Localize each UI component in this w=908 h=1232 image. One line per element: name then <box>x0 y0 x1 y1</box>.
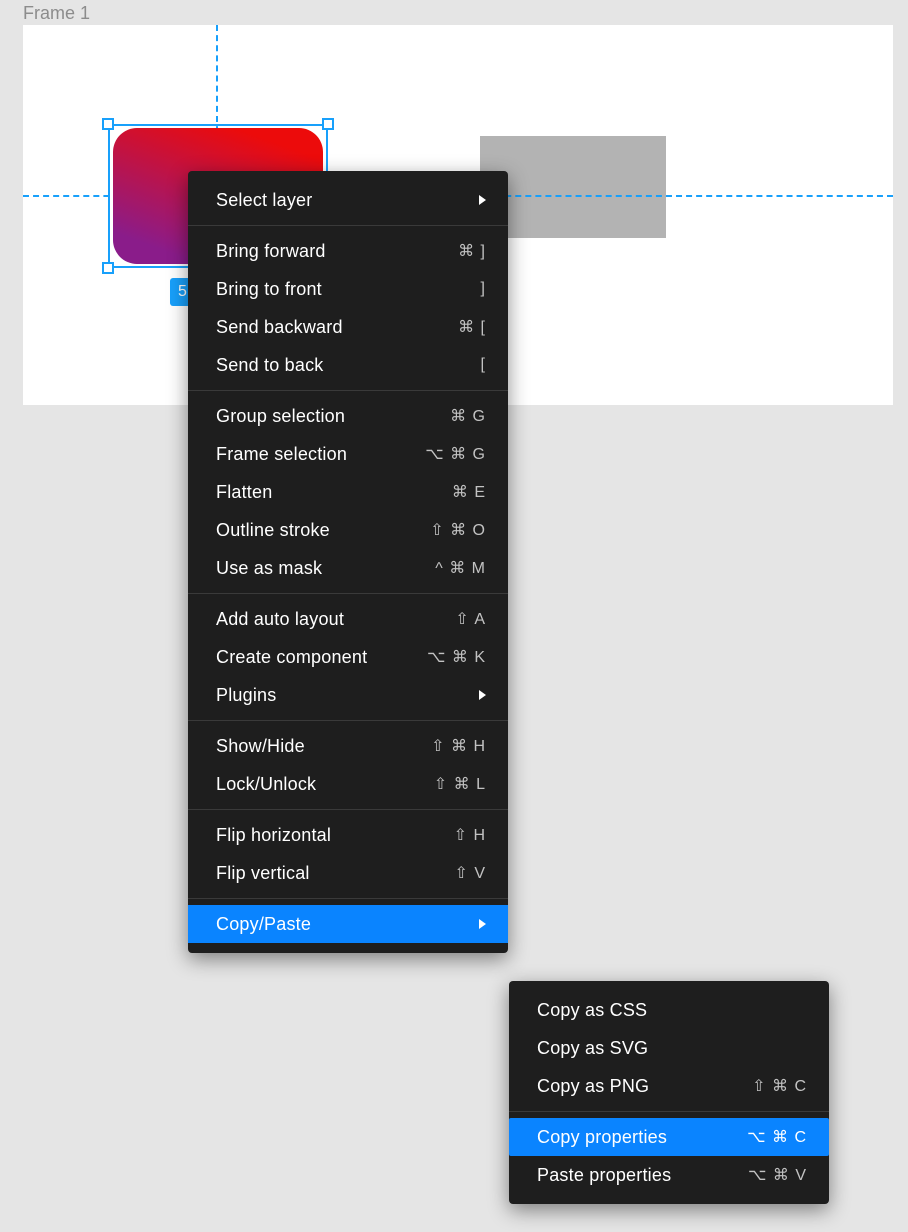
menu-item-label: Use as mask <box>216 558 322 579</box>
menu-item-shortcut: [ <box>481 356 486 374</box>
submenu-arrow-icon <box>479 195 486 205</box>
resize-handle-top-left[interactable] <box>102 118 114 130</box>
resize-handle-bottom-left[interactable] <box>102 262 114 274</box>
menu-item-shortcut: ⌥ ⌘ G <box>425 444 486 464</box>
resize-handle-top-right[interactable] <box>322 118 334 130</box>
menu-item-label: Send to back <box>216 355 323 376</box>
menu-item-copy-as-png[interactable]: Copy as PNG ⇧ ⌘ C <box>509 1067 829 1105</box>
menu-item-shortcut: ⌘ E <box>452 482 486 502</box>
menu-item-shortcut: ⌘ [ <box>458 317 486 337</box>
menu-item-shortcut: ⇧ ⌘ C <box>752 1076 807 1096</box>
context-menu[interactable]: Select layer Bring forward ⌘ ] Bring to … <box>188 171 508 953</box>
menu-item-label: Flip horizontal <box>216 825 331 846</box>
menu-item-shortcut: ⌥ ⌘ K <box>427 647 486 667</box>
menu-item-label: Frame selection <box>216 444 347 465</box>
menu-item-label: Paste properties <box>537 1165 671 1186</box>
menu-item-copy-properties[interactable]: Copy properties ⌥ ⌘ C <box>509 1118 829 1156</box>
menu-item-shortcut: ⇧ ⌘ O <box>430 520 486 540</box>
menu-separator <box>188 898 508 899</box>
menu-item-label: Copy as SVG <box>537 1038 648 1059</box>
menu-separator <box>188 809 508 810</box>
menu-separator <box>188 593 508 594</box>
menu-item-use-as-mask[interactable]: Use as mask ^ ⌘ M <box>188 549 508 587</box>
submenu-arrow-icon <box>479 919 486 929</box>
menu-item-plugins[interactable]: Plugins <box>188 676 508 714</box>
menu-item-outline-stroke[interactable]: Outline stroke ⇧ ⌘ O <box>188 511 508 549</box>
menu-item-shortcut: ⇧ ⌘ H <box>431 736 486 756</box>
menu-item-bring-forward[interactable]: Bring forward ⌘ ] <box>188 232 508 270</box>
menu-item-label: Copy as CSS <box>537 1000 647 1021</box>
menu-item-label: Copy properties <box>537 1127 667 1148</box>
menu-item-label: Flatten <box>216 482 272 503</box>
menu-separator <box>188 225 508 226</box>
menu-item-label: Add auto layout <box>216 609 344 630</box>
menu-item-label: Plugins <box>216 685 276 706</box>
menu-separator <box>509 1111 829 1112</box>
menu-item-create-component[interactable]: Create component ⌥ ⌘ K <box>188 638 508 676</box>
menu-item-label: Copy as PNG <box>537 1076 649 1097</box>
menu-item-group-selection[interactable]: Group selection ⌘ G <box>188 397 508 435</box>
menu-item-add-auto-layout[interactable]: Add auto layout ⇧ A <box>188 600 508 638</box>
menu-item-label: Copy/Paste <box>216 914 311 935</box>
menu-item-label: Group selection <box>216 406 345 427</box>
menu-item-paste-properties[interactable]: Paste properties ⌥ ⌘ V <box>509 1156 829 1194</box>
menu-item-shortcut: ⌥ ⌘ V <box>748 1165 807 1185</box>
menu-item-copy-as-svg[interactable]: Copy as SVG <box>509 1029 829 1067</box>
menu-item-shortcut: ^ ⌘ M <box>435 558 486 578</box>
menu-separator <box>188 390 508 391</box>
menu-item-shortcut: ⇧ H <box>454 825 486 845</box>
menu-item-shortcut: ⇧ ⌘ L <box>434 774 486 794</box>
menu-item-label: Bring forward <box>216 241 326 262</box>
menu-item-copy-as-css[interactable]: Copy as CSS <box>509 991 829 1029</box>
menu-item-send-to-back[interactable]: Send to back [ <box>188 346 508 384</box>
menu-separator <box>188 720 508 721</box>
menu-item-label: Flip vertical <box>216 863 310 884</box>
menu-item-send-backward[interactable]: Send backward ⌘ [ <box>188 308 508 346</box>
menu-item-flip-vertical[interactable]: Flip vertical ⇧ V <box>188 854 508 892</box>
menu-item-label: Lock/Unlock <box>216 774 316 795</box>
menu-item-shortcut: ⇧ A <box>455 609 486 629</box>
menu-item-label: Show/Hide <box>216 736 305 757</box>
menu-item-label: Send backward <box>216 317 343 338</box>
menu-item-label: Create component <box>216 647 367 668</box>
menu-item-shortcut: ⇧ V <box>454 863 486 883</box>
menu-item-label: Outline stroke <box>216 520 330 541</box>
menu-item-shortcut: ⌥ ⌘ C <box>747 1127 807 1147</box>
menu-item-label: Bring to front <box>216 279 322 300</box>
canvas-stage: Frame 1 5 Select layer Bring forward ⌘ ]… <box>0 0 908 1232</box>
menu-item-show-hide[interactable]: Show/Hide ⇧ ⌘ H <box>188 727 508 765</box>
menu-item-shortcut: ⌘ ] <box>458 241 486 261</box>
context-submenu-copy-paste[interactable]: Copy as CSS Copy as SVG Copy as PNG ⇧ ⌘ … <box>509 981 829 1204</box>
menu-item-label: Select layer <box>216 190 312 211</box>
menu-item-shortcut: ⌘ G <box>450 406 486 426</box>
menu-item-select-layer[interactable]: Select layer <box>188 181 508 219</box>
menu-item-shortcut: ] <box>481 280 486 298</box>
menu-item-flip-horizontal[interactable]: Flip horizontal ⇧ H <box>188 816 508 854</box>
submenu-arrow-icon <box>479 690 486 700</box>
menu-item-bring-to-front[interactable]: Bring to front ] <box>188 270 508 308</box>
frame-label[interactable]: Frame 1 <box>23 3 90 24</box>
menu-item-copy-paste[interactable]: Copy/Paste <box>188 905 508 943</box>
menu-item-lock-unlock[interactable]: Lock/Unlock ⇧ ⌘ L <box>188 765 508 803</box>
menu-item-frame-selection[interactable]: Frame selection ⌥ ⌘ G <box>188 435 508 473</box>
menu-item-flatten[interactable]: Flatten ⌘ E <box>188 473 508 511</box>
